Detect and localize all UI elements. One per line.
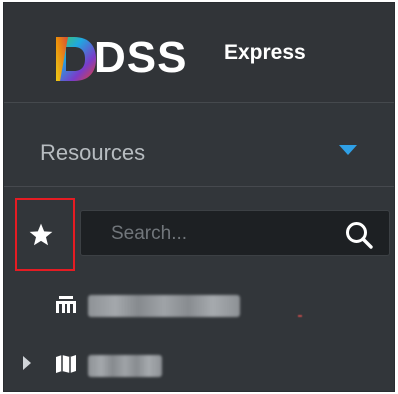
tree-item-map[interactable]: ███ [4, 343, 394, 387]
tree-item-label: ███ [88, 355, 162, 377]
dss-logo-icon [56, 37, 96, 81]
tree-item-organization[interactable]: ████████ [4, 283, 394, 327]
resource-panel: DSS Express Resources ████████ [3, 2, 395, 392]
resources-dropdown[interactable]: Resources [4, 103, 394, 187]
blur-artifact [298, 315, 302, 317]
caret-down-icon[interactable] [339, 145, 357, 155]
search-icon[interactable] [344, 220, 374, 250]
organization-icon [56, 296, 76, 313]
logo-text-express: Express [224, 41, 306, 64]
logo-text-dss: DSS [94, 33, 188, 82]
expand-arrow-icon[interactable] [23, 356, 31, 370]
tree-item-label: ████████ [88, 295, 240, 317]
search-input[interactable] [111, 223, 331, 245]
star-icon[interactable] [28, 222, 54, 248]
search-box [80, 210, 390, 256]
resources-label: Resources [40, 140, 146, 165]
app-header: DSS Express [4, 3, 394, 103]
map-icon [56, 355, 76, 373]
